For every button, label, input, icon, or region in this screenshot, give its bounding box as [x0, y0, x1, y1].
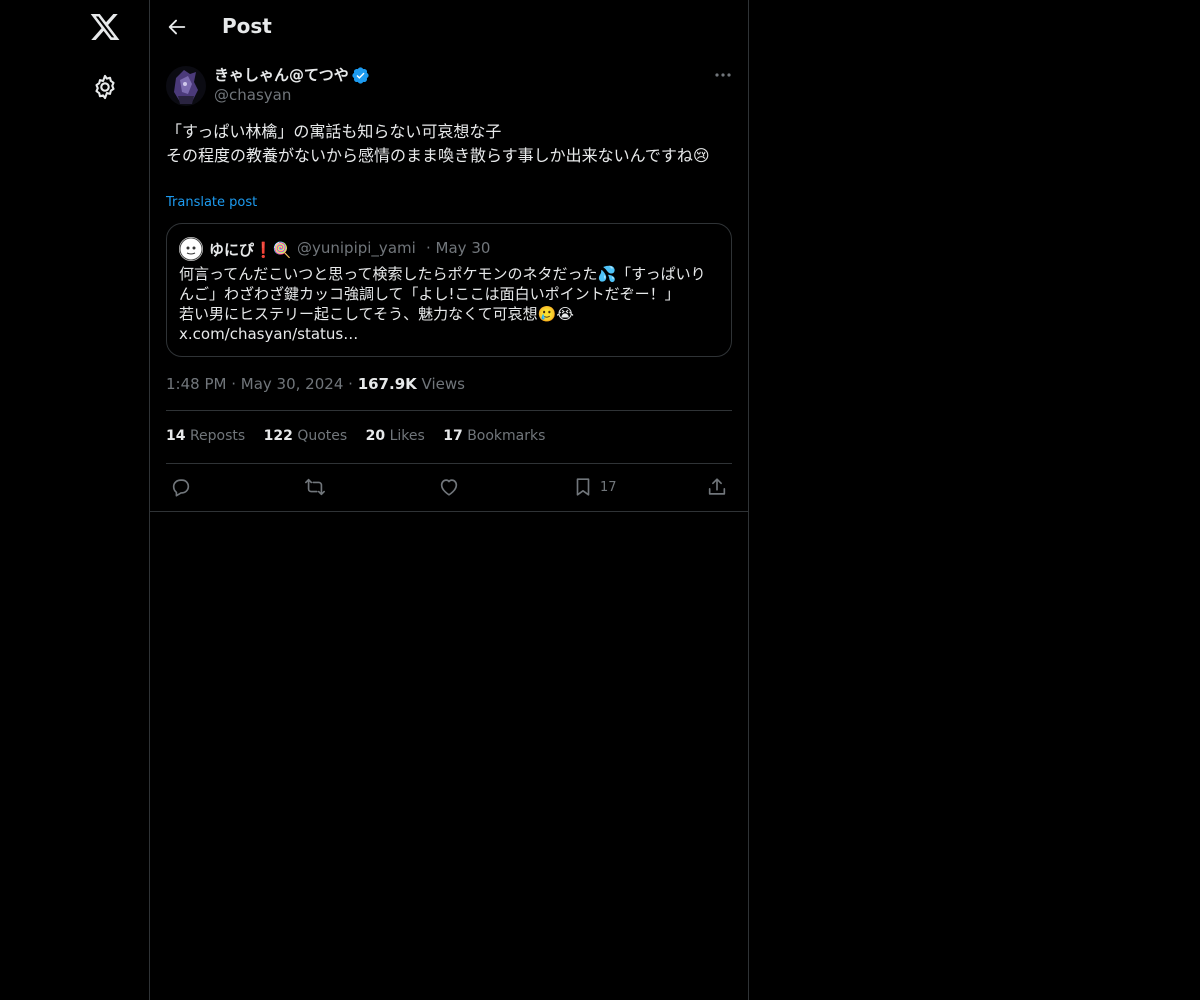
- quoted-post-text: 何言ってんだこいつと思って検索したらポケモンのネタだった💦「すっぱいりんご」わざ…: [179, 265, 706, 343]
- page-title: Post: [222, 14, 272, 38]
- bookmarks-stat[interactable]: 17 Bookmarks: [443, 428, 545, 444]
- quoted-date-text: May 30: [435, 239, 491, 257]
- post-time[interactable]: 1:48 PM: [166, 375, 226, 393]
- post-column: Post きゃしゃん@てつや @chasyan 「すっぱい林檎」の寓話も知らない…: [149, 0, 749, 1000]
- reposts-count: 14: [166, 428, 186, 444]
- heart-icon: [440, 479, 458, 496]
- quotes-stat[interactable]: 122 Quotes: [264, 428, 348, 444]
- views-count: 167.9K: [357, 375, 417, 393]
- quoted-author-name: ゆにぴ❗🍭: [209, 241, 292, 259]
- reply-button[interactable]: [170, 474, 192, 500]
- meta-separator: ·: [231, 375, 241, 393]
- divider: [150, 511, 748, 512]
- translate-post-link[interactable]: Translate post: [166, 195, 257, 210]
- quoted-author-handle: @yunipipi_yami: [297, 239, 416, 257]
- bookmark-count: 17: [600, 479, 617, 495]
- action-bar: 17: [166, 474, 732, 500]
- post-date[interactable]: May 30, 2024: [241, 375, 344, 393]
- bookmark-button[interactable]: 17: [572, 474, 617, 500]
- views-label: Views: [421, 375, 465, 393]
- bookmarks-count: 17: [443, 428, 463, 444]
- likes-count: 20: [365, 428, 386, 444]
- bookmarks-label: Bookmarks: [467, 428, 546, 444]
- author-name[interactable]: きゃしゃん@てつや: [214, 64, 349, 85]
- meta-separator: ·: [348, 375, 358, 393]
- divider: [166, 410, 732, 411]
- share-button[interactable]: [706, 474, 728, 500]
- reposts-label: Reposts: [189, 428, 246, 444]
- divider: [166, 463, 732, 464]
- author-handle[interactable]: @chasyan: [214, 86, 291, 104]
- x-logo-icon[interactable]: [89, 11, 121, 43]
- quotes-count: 122: [263, 428, 293, 444]
- like-button[interactable]: [438, 474, 460, 500]
- post-header: Post: [150, 0, 748, 53]
- quotes-label: Quotes: [297, 428, 348, 444]
- verified-badge-icon: [351, 66, 370, 85]
- repost-icon: [305, 478, 325, 496]
- left-sidebar: [0, 0, 150, 1000]
- author-avatar[interactable]: [166, 66, 206, 106]
- repost-button[interactable]: [304, 474, 326, 500]
- reply-icon: [172, 479, 190, 497]
- bookmark-icon: [576, 478, 590, 496]
- quoted-author-avatar: [179, 237, 203, 261]
- arrow-left-icon[interactable]: [166, 16, 188, 38]
- engagement-stats: 14 Reposts 122 Quotes 20 Likes 17 Bookma…: [166, 428, 559, 444]
- post-meta: 1:48 PM · May 30, 2024 · 167.9K Views: [166, 375, 465, 393]
- likes-stat[interactable]: 20 Likes: [366, 428, 425, 444]
- likes-label: Likes: [389, 428, 425, 444]
- post-text: 「すっぱい林檎」の寓話も知らない可哀想な子 その程度の教養がないから感情のまま喚…: [166, 122, 710, 165]
- more-options-icon[interactable]: [712, 66, 734, 84]
- share-icon: [708, 478, 726, 495]
- reposts-stat[interactable]: 14 Reposts: [166, 428, 245, 444]
- quoted-post[interactable]: ゆにぴ❗🍭 @yunipipi_yami · May 30 何言ってんだこいつと…: [166, 223, 732, 357]
- quoted-post-date: · May 30: [426, 239, 491, 257]
- gear-icon[interactable]: [91, 73, 119, 101]
